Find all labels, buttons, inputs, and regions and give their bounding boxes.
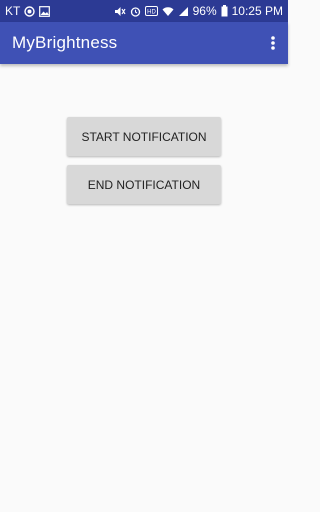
alarm-icon bbox=[130, 6, 141, 17]
end-notification-button[interactable]: END NOTIFICATION bbox=[67, 165, 221, 204]
battery-percent: 96% bbox=[192, 4, 217, 18]
status-bar: KT HD 96% 10:25 PM bbox=[0, 0, 288, 22]
app-title: MyBrightness bbox=[12, 33, 118, 52]
svg-text:HD: HD bbox=[147, 10, 156, 16]
wifi-icon bbox=[162, 6, 174, 17]
carrier-label: KT bbox=[5, 4, 21, 18]
battery-icon bbox=[221, 5, 228, 17]
start-notification-button[interactable]: START NOTIFICATION bbox=[67, 117, 221, 156]
notification-dot-icon bbox=[24, 5, 36, 17]
signal-icon bbox=[178, 6, 189, 17]
hd-icon: HD bbox=[144, 6, 158, 16]
image-icon bbox=[39, 5, 51, 17]
status-time: 10:25 PM bbox=[231, 4, 283, 18]
overflow-menu-button[interactable] bbox=[266, 31, 280, 55]
mute-icon bbox=[114, 6, 126, 17]
status-bar-left: KT bbox=[5, 4, 51, 18]
more-vert-icon bbox=[271, 36, 275, 50]
app-bar: MyBrightness bbox=[0, 22, 288, 64]
status-bar-right: HD 96% 10:25 PM bbox=[114, 4, 283, 18]
